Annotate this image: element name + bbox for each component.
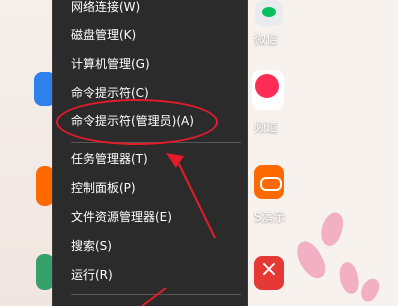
menu-item-computer-management[interactable]: 计算机管理(G) bbox=[71, 53, 150, 75]
video-channel-label: 频道 bbox=[254, 120, 279, 134]
pill-icon bbox=[260, 177, 282, 191]
x-icon: × bbox=[259, 257, 279, 282]
play-icon bbox=[255, 74, 279, 98]
highlight-ellipse bbox=[56, 99, 218, 145]
wechat-label: 微信 bbox=[254, 32, 279, 46]
menu-item-control-panel[interactable]: 控制面板(P) bbox=[71, 177, 136, 199]
menu-separator-2 bbox=[71, 294, 241, 295]
menu-item-task-manager[interactable]: 任务管理器(T) bbox=[71, 148, 148, 170]
video-channel-icon[interactable] bbox=[252, 70, 284, 110]
menu-item-disk-management[interactable]: 磁盘管理(K) bbox=[71, 24, 136, 46]
menu-item-network-connections[interactable]: 网络连接(W) bbox=[71, 0, 140, 18]
menu-item-run[interactable]: 运行(R) bbox=[71, 264, 113, 286]
winx-context-menu: 网络连接(W) 磁盘管理(K) 计算机管理(G) 命令提示符(C) 命令提示符(… bbox=[52, 0, 248, 306]
close-app-icon[interactable]: × bbox=[254, 256, 284, 290]
menu-item-file-explorer[interactable]: 文件资源管理器(E) bbox=[71, 206, 172, 228]
wechat-bubble-icon bbox=[262, 7, 276, 17]
presentation-label: S演示 bbox=[254, 210, 286, 224]
menu-item-search[interactable]: 搜索(S) bbox=[71, 235, 112, 257]
wechat-icon[interactable] bbox=[255, 0, 283, 26]
presentation-icon[interactable] bbox=[254, 165, 284, 199]
